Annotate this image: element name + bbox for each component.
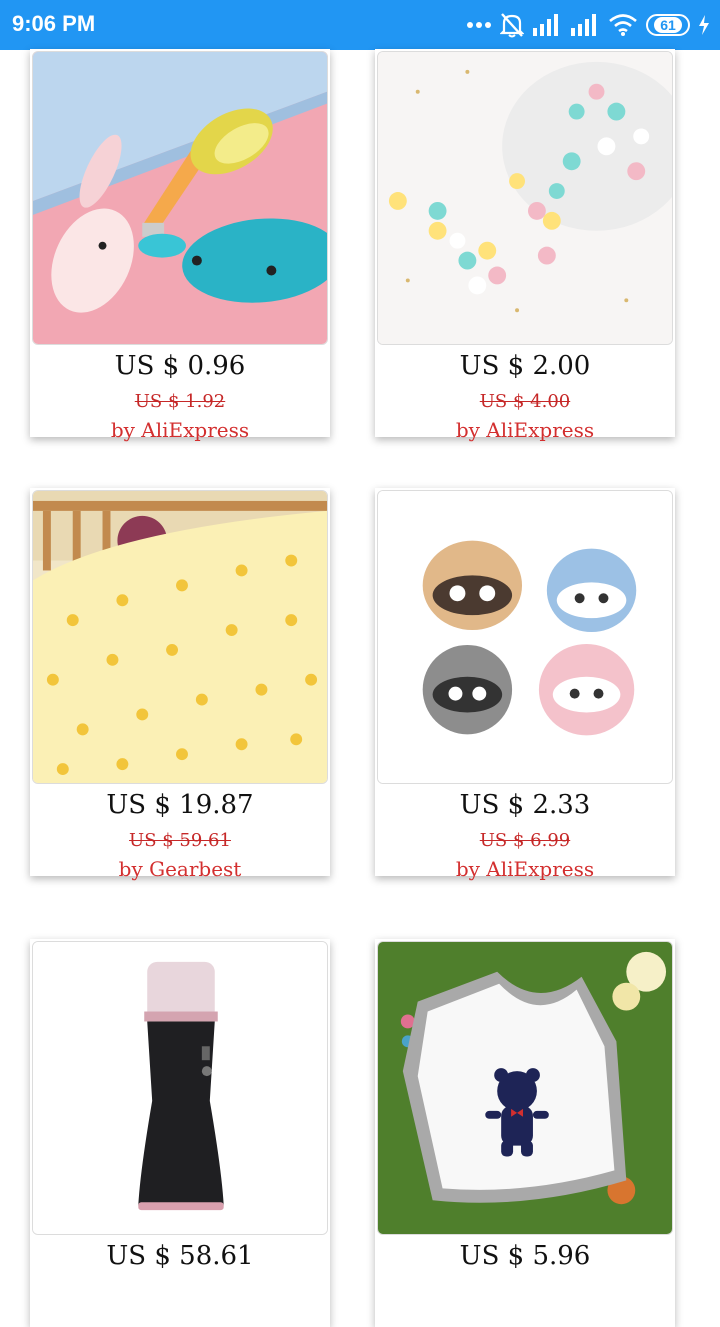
status-icons: 61 bbox=[466, 10, 710, 40]
product-image-raccoon-teethers[interactable] bbox=[377, 490, 673, 784]
product-card[interactable]: US $ 2.33 US $ 6.99 by AliExpress bbox=[375, 488, 675, 881]
product-seller[interactable]: by AliExpress bbox=[375, 857, 675, 881]
product-seller[interactable]: by AliExpress bbox=[375, 418, 675, 442]
product-original-price: US $ 6.99 bbox=[479, 830, 571, 851]
bell-off-icon bbox=[500, 12, 524, 38]
product-image-pineapple-blanket[interactable] bbox=[32, 490, 328, 784]
product-image-facial-mist-sprayer[interactable] bbox=[32, 941, 328, 1235]
product-price: US $ 2.33 bbox=[459, 790, 591, 820]
product-card[interactable]: US $ 0.96 US $ 1.92 by AliExpress bbox=[30, 49, 330, 442]
product-price: US $ 5.96 bbox=[459, 1241, 591, 1271]
status-bar: 9:06 PM 61 bbox=[0, 0, 720, 50]
product-card[interactable]: US $ 58.61 bbox=[30, 939, 330, 1327]
product-original-price: US $ 59.61 bbox=[129, 830, 231, 851]
product-price: US $ 58.61 bbox=[106, 1241, 254, 1271]
wifi-icon bbox=[608, 13, 638, 37]
product-price: US $ 2.00 bbox=[459, 351, 591, 381]
product-original-price: US $ 1.92 bbox=[134, 391, 226, 412]
product-card[interactable]: US $ 2.00 US $ 4.00 by AliExpress bbox=[375, 49, 675, 442]
product-card[interactable]: US $ 5.96 bbox=[375, 939, 675, 1327]
product-card[interactable]: US $ 19.87 US $ 59.61 by Gearbest bbox=[30, 488, 330, 881]
product-price: US $ 19.87 bbox=[106, 790, 254, 820]
charging-icon bbox=[698, 15, 710, 35]
signal-icon bbox=[532, 13, 562, 37]
product-seller[interactable]: by Gearbest bbox=[30, 857, 330, 881]
dots-icon bbox=[466, 20, 492, 30]
battery-icon: 61 bbox=[646, 14, 690, 36]
product-price: US $ 0.96 bbox=[114, 351, 246, 381]
product-image-silicone-beads[interactable] bbox=[377, 51, 673, 345]
signal-icon bbox=[570, 13, 600, 37]
product-seller[interactable]: by AliExpress bbox=[30, 418, 330, 442]
product-original-price: US $ 4.00 bbox=[479, 391, 571, 412]
product-image-bear-bib[interactable] bbox=[377, 941, 673, 1235]
product-image-whale-nail-clipper[interactable] bbox=[32, 51, 328, 345]
status-time: 9:06 PM bbox=[12, 11, 96, 36]
